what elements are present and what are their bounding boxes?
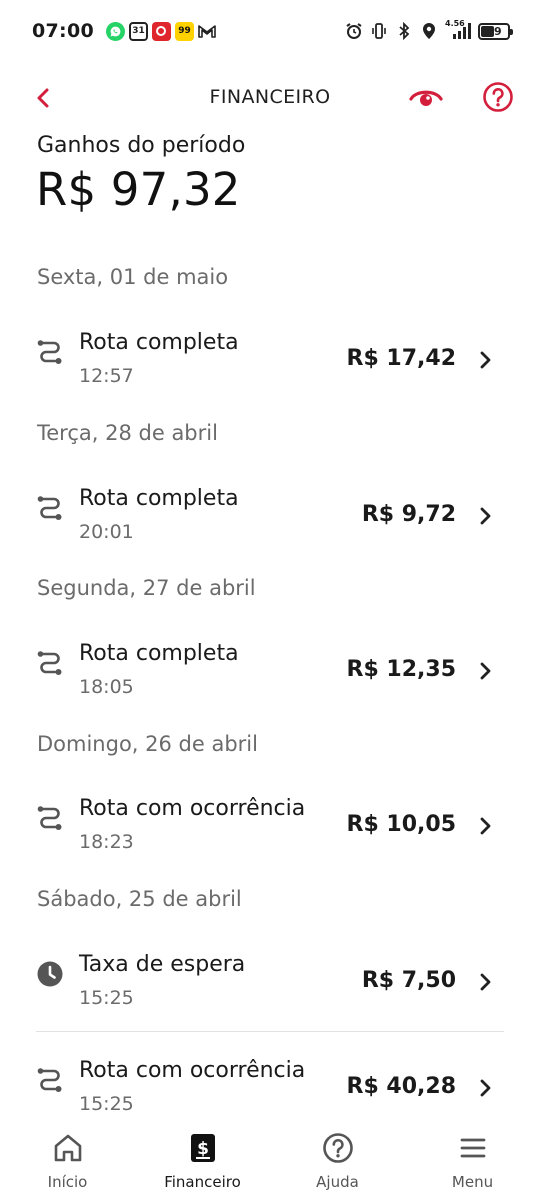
day-header: Domingo, 26 de abril bbox=[37, 732, 258, 756]
battery-icon: 39 bbox=[478, 22, 513, 40]
notification-icons: 31 99 bbox=[105, 21, 217, 41]
clock-icon bbox=[37, 961, 63, 987]
day-header: Terça, 28 de abril bbox=[37, 421, 218, 445]
calendar-31-icon: 31 bbox=[128, 21, 148, 41]
entry-time: 18:23 bbox=[79, 831, 134, 853]
help-circle-icon bbox=[483, 82, 513, 112]
list-item[interactable]: Taxa de espera 15:25 R$ 7,50 bbox=[0, 948, 540, 1020]
gmail-icon bbox=[198, 22, 217, 41]
menu-icon bbox=[456, 1131, 490, 1165]
nav-label: Ajuda bbox=[316, 1173, 359, 1191]
chevron-right-icon bbox=[480, 1079, 491, 1097]
entry-amount: R$ 10,05 bbox=[346, 812, 457, 837]
bluetooth-icon bbox=[395, 22, 413, 40]
route-icon bbox=[37, 806, 62, 830]
signal-icon: 4.56 bbox=[445, 19, 471, 40]
location-icon bbox=[420, 22, 438, 40]
period-earnings-amount: R$ 97,32 bbox=[36, 163, 241, 216]
whatsapp-icon bbox=[105, 21, 125, 41]
entry-title: Rota com ocorrência bbox=[79, 796, 306, 821]
route-icon bbox=[37, 1068, 62, 1092]
day-header: Sábado, 25 de abril bbox=[37, 887, 242, 911]
app-99-icon: 99 bbox=[174, 21, 194, 41]
entry-amount: R$ 40,28 bbox=[346, 1074, 457, 1099]
nav-label: Início bbox=[47, 1173, 88, 1191]
home-icon bbox=[51, 1131, 85, 1165]
battery-level: 39 bbox=[486, 24, 502, 38]
app-header: FINANCEIRO bbox=[0, 72, 540, 124]
route-icon bbox=[37, 340, 62, 364]
entry-amount: R$ 9,72 bbox=[361, 502, 456, 527]
entry-time: 12:57 bbox=[79, 365, 134, 387]
page-title: FINANCEIRO bbox=[209, 86, 331, 108]
network-speed: 4.56 bbox=[445, 19, 465, 28]
chevron-right-icon bbox=[480, 507, 491, 525]
day-header: Segunda, 27 de abril bbox=[37, 576, 256, 600]
entry-time: 18:05 bbox=[79, 676, 134, 698]
nav-item-financeiro[interactable]: $ Financeiro bbox=[135, 1124, 270, 1200]
bottom-navigation: Início $ Financeiro Ajuda Menu bbox=[0, 1124, 540, 1200]
vibrate-icon bbox=[370, 22, 388, 40]
entry-amount: R$ 17,42 bbox=[346, 346, 457, 371]
help-circle-icon bbox=[321, 1131, 355, 1165]
svg-text:$: $ bbox=[197, 1139, 209, 1159]
help-button[interactable] bbox=[481, 80, 515, 114]
chevron-right-icon bbox=[480, 351, 491, 369]
alarm-icon bbox=[345, 22, 363, 40]
app-red-icon bbox=[151, 21, 171, 41]
nav-label: Menu bbox=[451, 1173, 494, 1191]
toggle-visibility-button[interactable] bbox=[408, 82, 444, 114]
list-item[interactable]: Rota com ocorrência 18:23 R$ 10,05 bbox=[0, 792, 540, 864]
divider bbox=[36, 1031, 504, 1032]
nav-item-inicio[interactable]: Início bbox=[0, 1124, 135, 1200]
day-header: Sexta, 01 de maio bbox=[37, 265, 229, 289]
list-item[interactable]: Rota completa 18:05 R$ 12,35 bbox=[0, 637, 540, 709]
entry-time: 15:25 bbox=[79, 1093, 134, 1115]
entry-amount: R$ 7,50 bbox=[361, 968, 456, 993]
chevron-right-icon bbox=[480, 973, 491, 991]
entry-title: Rota completa bbox=[79, 486, 239, 511]
route-icon bbox=[37, 496, 62, 520]
entry-time: 20:01 bbox=[79, 521, 134, 543]
list-item[interactable]: Rota completa 20:01 R$ 9,72 bbox=[0, 482, 540, 554]
chevron-right-icon bbox=[480, 817, 491, 835]
entry-title: Rota com ocorrência bbox=[79, 1058, 306, 1083]
nav-item-ajuda[interactable]: Ajuda bbox=[270, 1124, 405, 1200]
nav-item-menu[interactable]: Menu bbox=[405, 1124, 540, 1200]
period-earnings-label: Ganhos do período bbox=[37, 133, 246, 158]
list-item[interactable]: Rota completa 12:57 R$ 17,42 bbox=[0, 326, 540, 398]
entry-amount: R$ 12,35 bbox=[346, 657, 457, 682]
entry-time: 15:25 bbox=[79, 987, 134, 1009]
route-icon bbox=[37, 651, 62, 675]
eye-icon bbox=[409, 90, 443, 106]
chevron-right-icon bbox=[480, 662, 491, 680]
wallet-dollar-icon: $ bbox=[186, 1131, 220, 1165]
list-item[interactable]: Rota com ocorrência 15:25 R$ 40,28 bbox=[0, 1054, 540, 1126]
nav-label: Financeiro bbox=[164, 1173, 241, 1191]
entry-title: Rota completa bbox=[79, 330, 239, 355]
entry-title: Rota completa bbox=[79, 641, 239, 666]
entry-title: Taxa de espera bbox=[79, 952, 246, 977]
status-bar: 07:00 31 99 4.56 39 bbox=[0, 0, 540, 62]
status-time: 07:00 bbox=[32, 20, 94, 42]
